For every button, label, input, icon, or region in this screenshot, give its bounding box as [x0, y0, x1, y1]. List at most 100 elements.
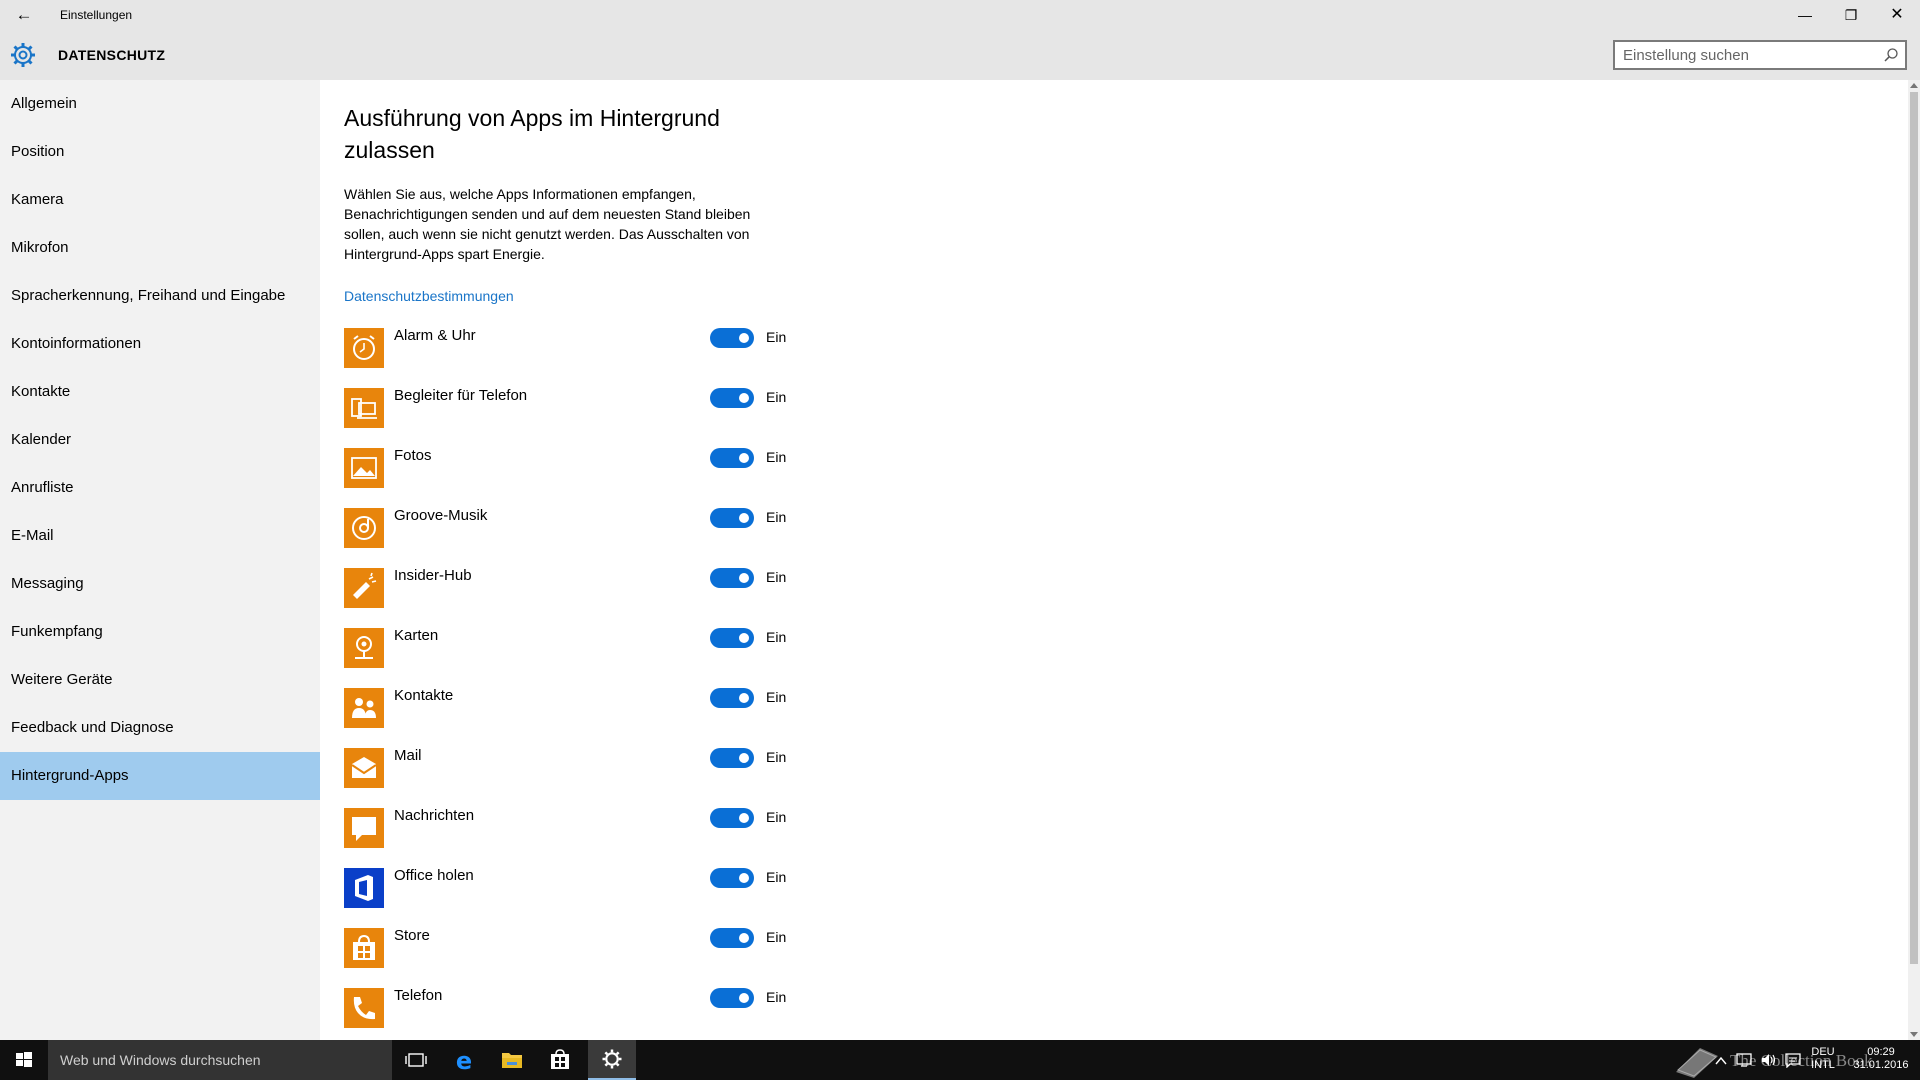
- app-row: Insider-Hub Ein: [344, 564, 804, 608]
- app-name: Alarm & Uhr: [394, 327, 476, 344]
- store-icon: [344, 928, 384, 968]
- back-button[interactable]: ←: [12, 6, 36, 24]
- sidebar-item-position[interactable]: Position: [0, 128, 320, 176]
- app-name: Groove-Musik: [394, 507, 488, 524]
- messaging-icon: [344, 808, 384, 848]
- sidebar-item-feedback[interactable]: Feedback und Diagnose: [0, 704, 320, 752]
- toggle-switch[interactable]: [710, 568, 754, 588]
- network-icon[interactable]: [1736, 1052, 1754, 1068]
- app-name: Mail: [394, 747, 422, 764]
- toggle-state: Ein: [766, 689, 787, 705]
- main-content: Ausführung von Apps im Hintergrund zulas…: [320, 80, 1908, 1040]
- maps-icon: [344, 628, 384, 668]
- toggle-state: Ein: [766, 389, 787, 405]
- toggle-switch[interactable]: [710, 448, 754, 468]
- search-box[interactable]: [1613, 40, 1907, 70]
- toggle-switch[interactable]: [710, 628, 754, 648]
- app-name: Store: [394, 927, 430, 944]
- mail-icon: [344, 748, 384, 788]
- store-taskbar-icon[interactable]: [536, 1040, 584, 1080]
- app-row: Begleiter für Telefon Ein: [344, 384, 804, 428]
- clock-date: 31.01.2016: [1853, 1059, 1909, 1071]
- sidebar-item-e-mail[interactable]: E-Mail: [0, 512, 320, 560]
- app-row: Fotos Ein: [344, 444, 804, 488]
- maximize-button[interactable]: ❐: [1828, 0, 1874, 30]
- toggle-switch[interactable]: [710, 388, 754, 408]
- settings-taskbar-icon[interactable]: [588, 1040, 636, 1080]
- app-row: Karten Ein: [344, 624, 804, 668]
- toggle-switch[interactable]: [710, 988, 754, 1008]
- sidebar-item-spracherkennung[interactable]: Spracherkennung, Freihand und Eingabe: [0, 272, 320, 320]
- app-name: Insider-Hub: [394, 567, 472, 584]
- scrollbar[interactable]: [1908, 80, 1920, 1040]
- app-row: Groove-Musik Ein: [344, 504, 804, 548]
- toggle-state: Ein: [766, 569, 787, 585]
- show-hidden-icons-icon[interactable]: [1714, 1054, 1728, 1068]
- title-bar: ← Einstellungen — ❐ ✕: [0, 0, 1920, 30]
- search-icon[interactable]: [1883, 47, 1899, 63]
- action-center-icon[interactable]: [1784, 1052, 1802, 1068]
- volume-icon[interactable]: [1760, 1052, 1778, 1068]
- app-row: Store Ein: [344, 924, 804, 968]
- sidebar-item-allgemein[interactable]: Allgemein: [0, 80, 320, 128]
- section-title: DATENSCHUTZ: [58, 47, 166, 63]
- minimize-button[interactable]: —: [1782, 0, 1828, 30]
- toggle-state: Ein: [766, 509, 787, 525]
- sidebar: Allgemein Position Kamera Mikrofon Sprac…: [0, 80, 320, 1040]
- office-icon: [344, 868, 384, 908]
- toggle-state: Ein: [766, 989, 787, 1005]
- taskbar-search[interactable]: Web und Windows durchsuchen: [48, 1040, 392, 1080]
- svg-text:e: e: [456, 1047, 472, 1075]
- megaphone-icon: [344, 568, 384, 608]
- language-indicator[interactable]: DEU INTL: [1808, 1046, 1838, 1072]
- app-row: Mail Ein: [344, 744, 804, 788]
- app-name: Fotos: [394, 447, 432, 464]
- sidebar-item-kamera[interactable]: Kamera: [0, 176, 320, 224]
- toggle-switch[interactable]: [710, 508, 754, 528]
- search-input[interactable]: [1623, 46, 1873, 64]
- page-description: Wählen Sie aus, welche Apps Informatione…: [344, 186, 751, 262]
- toggle-state: Ein: [766, 629, 787, 645]
- toggle-switch[interactable]: [710, 928, 754, 948]
- app-row: Nachrichten Ein: [344, 804, 804, 848]
- toggle-switch[interactable]: [710, 748, 754, 768]
- scrollbar-thumb[interactable]: [1910, 92, 1918, 964]
- sidebar-item-funkempfang[interactable]: Funkempfang: [0, 608, 320, 656]
- page-header: DATENSCHUTZ: [0, 30, 1920, 80]
- gear-icon: [11, 43, 35, 67]
- sidebar-item-kalender[interactable]: Kalender: [0, 416, 320, 464]
- app-row: Kontakte Ein: [344, 684, 804, 728]
- scroll-up-icon[interactable]: [1910, 83, 1918, 88]
- sidebar-item-weitere-geraete[interactable]: Weitere Geräte: [0, 656, 320, 704]
- task-view-icon[interactable]: [392, 1040, 440, 1080]
- window-title: Einstellungen: [60, 8, 133, 22]
- toggle-state: Ein: [766, 449, 787, 465]
- toggle-switch[interactable]: [710, 688, 754, 708]
- toggle-switch[interactable]: [710, 868, 754, 888]
- sidebar-item-hintergrund-apps[interactable]: Hintergrund-Apps: [0, 752, 320, 800]
- privacy-link[interactable]: Datenschutzbestimmungen: [344, 288, 514, 304]
- scroll-down-icon[interactable]: [1910, 1032, 1918, 1037]
- close-button[interactable]: ✕: [1874, 0, 1920, 30]
- sidebar-item-messaging[interactable]: Messaging: [0, 560, 320, 608]
- sidebar-item-kontakte[interactable]: Kontakte: [0, 368, 320, 416]
- file-explorer-icon[interactable]: [488, 1040, 536, 1080]
- taskbar-search-placeholder: Web und Windows durchsuchen: [60, 1052, 261, 1068]
- toggle-state: Ein: [766, 809, 787, 825]
- keyboard-layout: INTL: [1811, 1059, 1835, 1071]
- edge-browser-icon[interactable]: e: [440, 1040, 488, 1080]
- app-name: Begleiter für Telefon: [394, 387, 528, 404]
- toggle-switch[interactable]: [710, 808, 754, 828]
- sidebar-item-kontoinformationen[interactable]: Kontoinformationen: [0, 320, 320, 368]
- windows-start-icon[interactable]: [0, 1040, 48, 1080]
- app-name: Karten: [394, 627, 439, 644]
- clock[interactable]: 09:29 31.01.2016: [1848, 1046, 1914, 1072]
- sidebar-item-mikrofon[interactable]: Mikrofon: [0, 224, 320, 272]
- app-name: Telefon: [394, 987, 443, 1004]
- sidebar-item-anrufliste[interactable]: Anrufliste: [0, 464, 320, 512]
- page-title: Ausführung von Apps im Hintergrund zulas…: [344, 105, 720, 163]
- toggle-state: Ein: [766, 329, 787, 345]
- app-row: Alarm & Uhr Ein: [344, 324, 804, 368]
- toggle-switch[interactable]: [710, 328, 754, 348]
- alarm-clock-icon: [344, 328, 384, 368]
